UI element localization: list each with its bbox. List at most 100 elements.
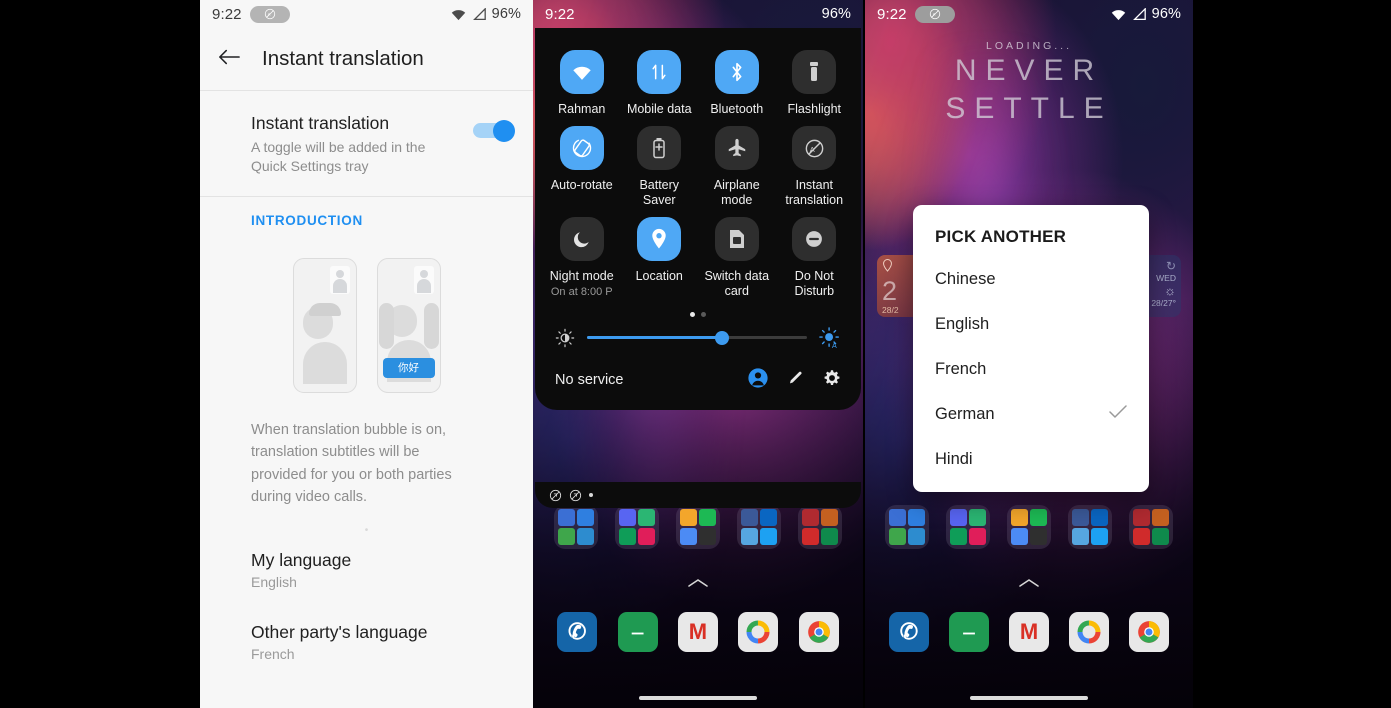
list-item[interactable] (885, 505, 930, 549)
gmail-app[interactable]: M (1009, 612, 1049, 652)
brightness-knob[interactable] (714, 330, 729, 345)
messages-app[interactable]: ⎯ (949, 612, 989, 652)
list-item[interactable] (798, 505, 843, 549)
pip-avatar-left (329, 265, 350, 294)
phone-app[interactable]: ✆ (889, 612, 929, 652)
tile-switch-data-card[interactable]: Switch data card (698, 217, 776, 298)
dialog-option-english[interactable]: English (913, 302, 1149, 347)
quick-settings-footer: No service (543, 355, 853, 398)
tile-flashlight[interactable]: Flashlight (776, 50, 854, 116)
battery-percent: 96% (821, 6, 851, 22)
introduction-illustration: 你好 (200, 240, 533, 393)
pref-title: My language (251, 549, 352, 570)
list-item[interactable] (1067, 505, 1112, 549)
tile-icon-bubble (637, 126, 682, 171)
tile-bluetooth[interactable]: Bluetooth (698, 50, 776, 116)
instant-translation-settings-screen: 9:22 A 96% Instant translation Instant t… (200, 0, 533, 708)
wifi-icon (451, 9, 465, 20)
tile-icon-bubble (714, 217, 759, 262)
chevron-up-icon[interactable] (533, 576, 863, 594)
home-dock-right: ✆ ⎯ M (865, 612, 1193, 652)
photos-app[interactable] (738, 612, 779, 652)
messages-app[interactable]: ⎯ (617, 612, 658, 652)
navigation-bar-handle[interactable] (639, 696, 757, 700)
tile-label: Auto-rotate (550, 178, 613, 193)
gear-icon[interactable] (823, 369, 841, 392)
quick-settings-actions (747, 367, 841, 394)
tile-rahman[interactable]: Rahman (543, 50, 621, 116)
quick-settings-screen: ✆ ⎯ M Rahman Mobile data Bluetooth Flash… (533, 0, 863, 708)
instant-translation-toggle-row[interactable]: Instant translation A toggle will be add… (200, 91, 533, 196)
list-item[interactable] (737, 505, 782, 549)
instant-translation-switch[interactable] (473, 120, 515, 142)
notification-icon-strip[interactable] (535, 482, 861, 508)
battery-saver-icon (653, 138, 665, 159)
brightness-auto-icon[interactable]: A (819, 327, 841, 349)
screenshot-stage: 9:22 A 96% Instant translation Instant t… (0, 0, 1391, 708)
tile-battery-saver[interactable]: Battery Saver (621, 126, 699, 207)
illustration-phone-left (292, 257, 357, 393)
dialog-option-german[interactable]: German (913, 392, 1149, 437)
pref-other-party-language[interactable]: Other party's language French (200, 600, 533, 672)
wifi-icon (573, 66, 591, 80)
pencil-edit-icon[interactable] (787, 369, 805, 392)
brightness-slider-row[interactable]: A (543, 323, 853, 355)
option-label: Chinese (935, 270, 996, 288)
phone-app[interactable]: ✆ (557, 612, 598, 652)
status-bar-home: 9:22 A 96% (865, 0, 1193, 28)
page-dot-active[interactable] (690, 311, 695, 317)
svg-text:A: A (832, 341, 837, 349)
tile-instant-translation[interactable]: A Instant translation (776, 126, 854, 207)
tile-airplane-mode[interactable]: Airplane mode (698, 126, 776, 207)
introduction-section-header: INTRODUCTION (251, 212, 363, 228)
dialog-option-french[interactable]: French (913, 347, 1149, 392)
navigation-bar-handle[interactable] (970, 696, 1088, 700)
tile-icon-bubble (792, 50, 837, 94)
svg-text:A: A (809, 145, 814, 154)
tile-icon-bubble (559, 126, 604, 171)
tile-auto-rotate[interactable]: Auto-rotate (543, 126, 621, 207)
tile-icon-bubble (637, 217, 682, 262)
sim-card-icon (729, 230, 744, 249)
pref-title: Other party's language (251, 621, 428, 642)
gmail-app[interactable]: M (677, 612, 718, 652)
chevron-up-icon[interactable] (865, 576, 1193, 594)
list-item[interactable] (1006, 505, 1051, 549)
list-item[interactable] (675, 505, 720, 549)
toggle-row-title: Instant translation (251, 113, 390, 133)
status-bar-right: 96% (822, 6, 851, 22)
list-item[interactable] (553, 505, 598, 549)
tile-do-not-disturb[interactable]: Do Not Disturb (776, 217, 854, 298)
pref-my-language[interactable]: My language English (200, 536, 533, 600)
instant-translation-icon: A (929, 8, 940, 20)
home-folder-row-right (865, 505, 1193, 549)
back-arrow-icon[interactable] (218, 48, 240, 71)
status-bar-right: 96% (450, 6, 521, 22)
dialog-option-hindi[interactable]: Hindi (913, 437, 1149, 482)
option-label: German (935, 405, 995, 423)
photos-app[interactable] (1069, 612, 1109, 652)
chrome-app[interactable] (1129, 612, 1169, 652)
status-bar-left: 9:22 A (877, 5, 955, 23)
pick-another-dialog: PICK ANOTHER Chinese English French Germ… (913, 205, 1149, 492)
list-item[interactable] (946, 505, 991, 549)
list-item[interactable] (1128, 505, 1173, 549)
wifi-icon (1111, 9, 1125, 20)
list-item[interactable] (614, 505, 659, 549)
toggle-row-text: Instant translation A toggle will be add… (218, 113, 463, 176)
battery-percent: 96% (1151, 6, 1181, 22)
chrome-app[interactable] (798, 612, 839, 652)
brightness-low-icon (555, 328, 575, 348)
tile-label: Airplane mode (713, 178, 760, 207)
tile-mobile-data[interactable]: Mobile data (621, 50, 699, 116)
cellular-signal-icon (1132, 7, 1146, 20)
tile-night-mode[interactable]: Night mode On at 8:00 P (543, 217, 621, 298)
avatar-male (302, 302, 347, 384)
tile-location[interactable]: Location (621, 217, 699, 298)
notification-overflow-dot (589, 493, 593, 497)
page-dot[interactable] (701, 311, 706, 317)
dialog-option-chinese[interactable]: Chinese (913, 257, 1149, 302)
user-account-icon[interactable] (747, 367, 769, 394)
tile-label: Night mode (549, 269, 614, 284)
brightness-track[interactable] (587, 330, 807, 345)
